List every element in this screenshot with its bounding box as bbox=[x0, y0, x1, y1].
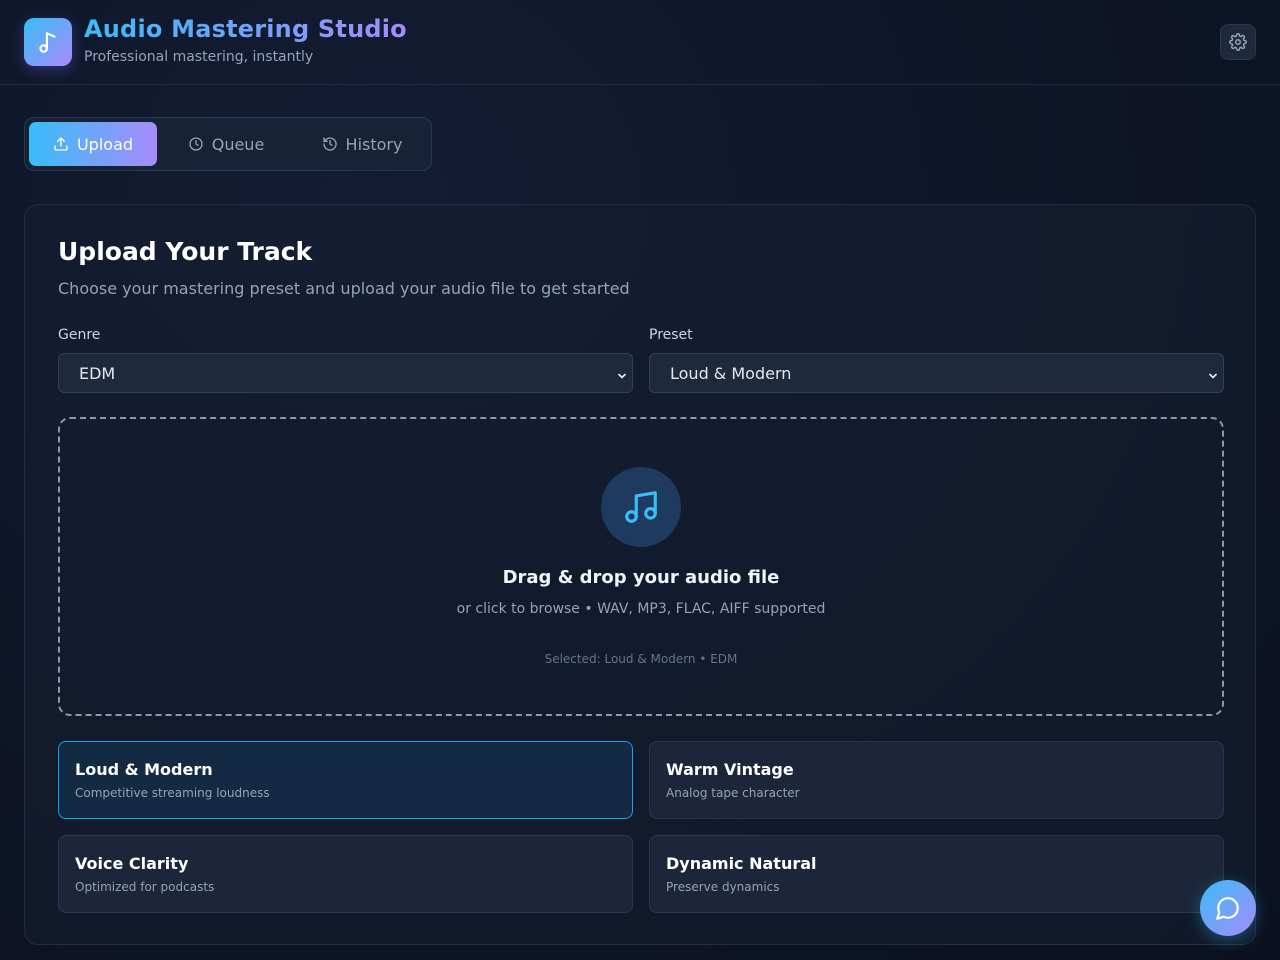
preset-card-desc: Preserve dynamics bbox=[666, 880, 780, 894]
chat-bubble-icon bbox=[1215, 895, 1241, 921]
genre-value: EDM bbox=[79, 363, 116, 383]
preset-card-title: Warm Vintage bbox=[666, 760, 794, 779]
preset-value: Loud & Modern bbox=[670, 363, 792, 383]
app-title: Audio Mastering Studio bbox=[84, 15, 407, 43]
preset-card-loud-modern[interactable]: Loud & Modern Competitive streaming loud… bbox=[58, 741, 633, 819]
dropzone-selection: Selected: Loud & Modern • EDM bbox=[544, 652, 738, 666]
tab-upload-label: Upload bbox=[76, 134, 134, 154]
clock-icon bbox=[188, 136, 204, 152]
chevron-down-icon bbox=[616, 367, 628, 386]
upload-icon bbox=[53, 136, 69, 152]
tab-upload[interactable]: Upload bbox=[29, 122, 157, 166]
preset-card-desc: Competitive streaming loudness bbox=[75, 786, 270, 800]
tab-history-label: History bbox=[345, 134, 403, 154]
preset-card-voice-clarity[interactable]: Voice Clarity Optimized for podcasts bbox=[58, 835, 633, 913]
preset-card-title: Loud & Modern bbox=[75, 760, 213, 779]
chat-button[interactable] bbox=[1200, 880, 1256, 936]
file-dropzone[interactable]: Drag & drop your audio file or click to … bbox=[58, 417, 1224, 716]
dropzone-subtitle: or click to browse • WAV, MP3, FLAC, AIF… bbox=[456, 601, 826, 617]
history-icon bbox=[322, 136, 338, 152]
upload-panel: Upload Your Track Choose your mastering … bbox=[24, 204, 1256, 945]
main-tabs: Upload Queue History bbox=[24, 117, 432, 171]
tab-queue[interactable]: Queue bbox=[165, 122, 287, 166]
music-notes-icon bbox=[601, 467, 681, 547]
genre-label: Genre bbox=[58, 327, 101, 343]
chevron-down-icon bbox=[1207, 367, 1219, 386]
dropzone-title: Drag & drop your audio file bbox=[502, 567, 780, 588]
preset-card-desc: Optimized for podcasts bbox=[75, 880, 215, 894]
preset-label: Preset bbox=[649, 327, 693, 343]
tab-history[interactable]: History bbox=[297, 122, 427, 166]
preset-card-title: Dynamic Natural bbox=[666, 854, 817, 873]
preset-card-warm-vintage[interactable]: Warm Vintage Analog tape character bbox=[649, 741, 1224, 819]
tab-queue-label: Queue bbox=[211, 134, 265, 154]
preset-card-title: Voice Clarity bbox=[75, 854, 189, 873]
app-subtitle: Professional mastering, instantly bbox=[84, 49, 314, 65]
music-note-icon bbox=[24, 18, 72, 66]
settings-button[interactable] bbox=[1220, 24, 1256, 60]
page-title: Upload Your Track bbox=[58, 237, 313, 266]
preset-card-desc: Analog tape character bbox=[666, 786, 800, 800]
gear-icon bbox=[1229, 33, 1247, 51]
preset-select[interactable]: Loud & Modern bbox=[649, 353, 1224, 393]
app-header: Audio Mastering Studio Professional mast… bbox=[0, 0, 1280, 85]
preset-card-dynamic-natural[interactable]: Dynamic Natural Preserve dynamics bbox=[649, 835, 1224, 913]
genre-select[interactable]: EDM bbox=[58, 353, 633, 393]
page-subtitle: Choose your mastering preset and upload … bbox=[58, 279, 630, 298]
